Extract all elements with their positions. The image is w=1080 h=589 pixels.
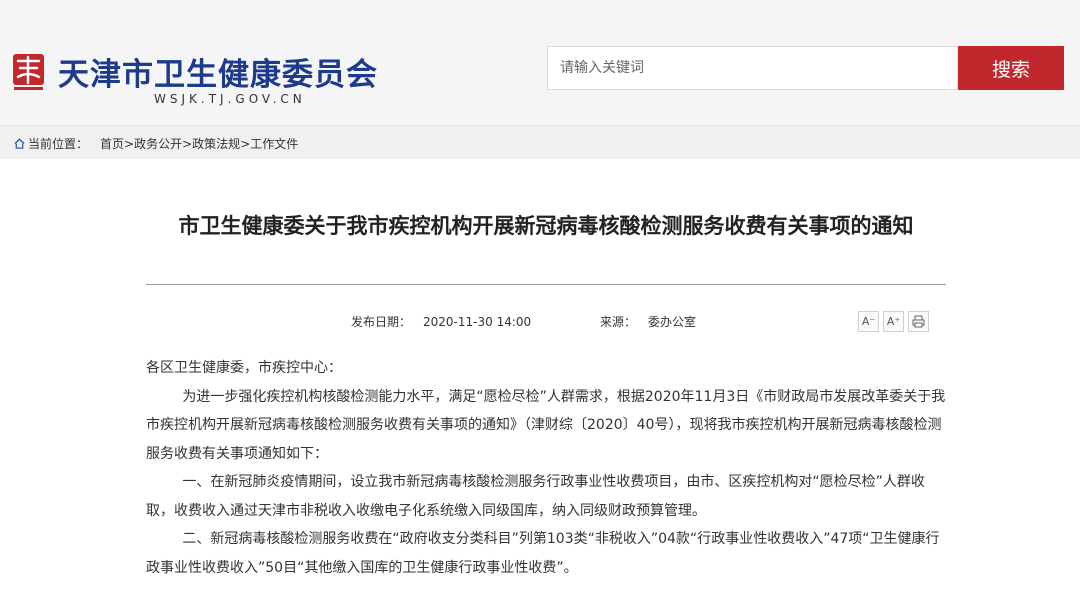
breadcrumb-home[interactable]: 首页 bbox=[100, 135, 124, 152]
decrease-font-button[interactable]: A⁻ bbox=[858, 311, 879, 332]
search-input[interactable] bbox=[547, 46, 958, 90]
breadcrumb-label: 当前位置： bbox=[28, 137, 89, 151]
site-domain: WSJK.TJ.GOV.CN bbox=[154, 92, 306, 106]
home-icon bbox=[14, 138, 25, 149]
body-paragraph: 一、在新冠肺炎疫情期间，设立我市新冠病毒核酸检测服务行政事业性收费项目，由市、区… bbox=[146, 474, 925, 519]
breadcrumb-separator: > bbox=[124, 136, 135, 151]
print-button[interactable] bbox=[908, 311, 929, 332]
breadcrumb-bar: 当前位置： 首页 > 政务公开 > 政策法规 > 工作文件 bbox=[0, 125, 1080, 159]
article-source: 来源： 委办公室 bbox=[600, 313, 696, 330]
publish-date: 发布日期： 2020-11-30 14:00 bbox=[351, 313, 531, 330]
article-body: 各区卫生健康委，市疾控中心： 为进一步强化疾控机构核酸检测能力水平，满足“愿检尽… bbox=[146, 354, 946, 582]
breadcrumb-gov-affairs[interactable]: 政务公开 bbox=[134, 135, 182, 152]
article-title: 市卫生健康委关于我市疾控机构开展新冠病毒核酸检测服务收费有关事项的通知 bbox=[178, 214, 914, 239]
source-value: 委办公室 bbox=[648, 315, 697, 329]
tianjin-emblem-icon bbox=[13, 54, 44, 90]
publish-date-value: 2020-11-30 14:00 bbox=[423, 315, 532, 329]
breadcrumb-separator: > bbox=[240, 136, 251, 151]
site-logo[interactable]: 天津市卫生健康委员会 WSJK.TJ.GOV.CN bbox=[12, 47, 412, 107]
title-divider bbox=[146, 284, 946, 285]
breadcrumb: 当前位置： 首页 > 政务公开 > 政策法规 > 工作文件 bbox=[14, 135, 298, 152]
breadcrumb-work-documents[interactable]: 工作文件 bbox=[250, 135, 298, 152]
body-paragraph: 二、新冠病毒核酸检测服务收费在“政府收支分类科目”列第103类“非税收入”04款… bbox=[146, 531, 940, 576]
salutation: 各区卫生健康委，市疾控中心： bbox=[146, 360, 342, 376]
site-header: 天津市卫生健康委员会 WSJK.TJ.GOV.CN 搜索 bbox=[0, 0, 1080, 125]
publish-date-label: 发布日期： bbox=[351, 315, 412, 329]
increase-font-button[interactable]: A⁺ bbox=[883, 311, 904, 332]
source-label: 来源： bbox=[600, 315, 637, 329]
print-icon bbox=[912, 315, 925, 328]
site-title: 天津市卫生健康委员会 bbox=[58, 57, 378, 93]
breadcrumb-policies[interactable]: 政策法规 bbox=[192, 135, 240, 152]
search-button[interactable]: 搜索 bbox=[958, 46, 1064, 90]
body-paragraph: 为进一步强化疾控机构核酸检测能力水平，满足“愿检尽检”人群需求，根据2020年1… bbox=[146, 388, 946, 462]
breadcrumb-separator: > bbox=[182, 136, 193, 151]
